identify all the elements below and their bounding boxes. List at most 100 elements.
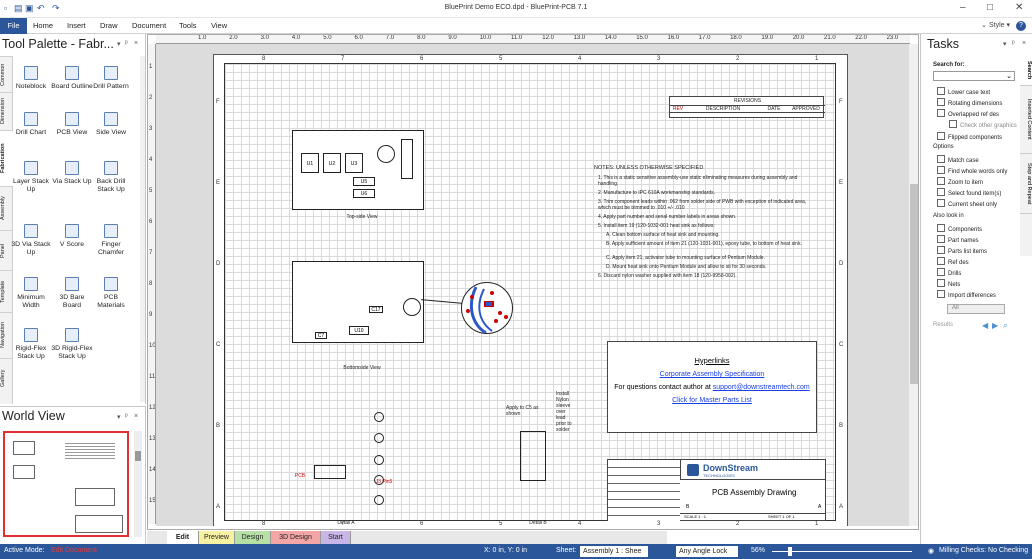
tool-finger-chamfer[interactable]: Finger Chamfer <box>90 224 132 257</box>
palette-scrollbar[interactable] <box>140 56 145 402</box>
tasks-menu-icon[interactable]: ▾ <box>1003 40 1007 48</box>
title-block: DownStream TECHNOLOGIES PCB Assembly Dra… <box>607 459 826 522</box>
tab-gallery[interactable]: Gallery <box>0 358 13 398</box>
tool-side-view[interactable]: Side View <box>90 112 132 137</box>
drawing-canvas[interactable]: REVISIONS REV DESCRIPTION DATE APPROVED … <box>156 44 908 526</box>
tool-noteblock[interactable]: Noteblock <box>10 66 52 91</box>
milling-checks[interactable]: Milling Checks: No Checking <box>939 547 1028 554</box>
wv-pin-icon[interactable]: ᵖ <box>125 413 128 420</box>
cb-part-names[interactable]: Part names <box>937 235 979 244</box>
menu-document[interactable]: Document <box>132 18 166 34</box>
zoom-slider[interactable] <box>134 431 142 537</box>
tool-3d-rigid-flex[interactable]: 3D Rigid-Flex Stack Up <box>51 328 93 361</box>
tool-drill-pattern[interactable]: Drill Pattern <box>90 66 132 91</box>
drawing-sheet[interactable]: REVISIONS REV DESCRIPTION DATE APPROVED … <box>213 54 848 526</box>
cb-select-found[interactable]: Select found item(s) <box>937 188 1001 197</box>
panel-menu-icon[interactable]: ▾ <box>117 40 121 48</box>
minimize-icon[interactable]: – <box>960 2 966 13</box>
tab-design[interactable]: Design <box>235 531 271 544</box>
menu-view[interactable]: View <box>211 18 227 34</box>
top-side-pcb[interactable]: U1 U2 U3 U5 U6 <box>292 130 424 210</box>
cb-components[interactable]: Components <box>937 224 982 233</box>
detail-b-drawing[interactable] <box>520 431 546 481</box>
tab-start[interactable]: Start <box>321 531 351 544</box>
zoom-thumb[interactable] <box>788 547 792 556</box>
menu-draw[interactable]: Draw <box>100 18 118 34</box>
tool-back-drill[interactable]: Back Drill Stack Up <box>90 161 132 194</box>
style-menu[interactable]: ⌄ Style ▾ <box>981 18 1010 34</box>
zoom-track[interactable] <box>772 551 912 552</box>
ruler-top-label: 16.0 <box>667 35 680 41</box>
menu-file[interactable]: File <box>0 18 27 34</box>
close-icon[interactable]: ✕ <box>1015 2 1023 13</box>
component-c7[interactable]: C7 <box>315 332 327 339</box>
tool-layer-stackup[interactable]: Layer Stack Up <box>10 161 52 194</box>
world-view-thumbnail[interactable] <box>3 431 129 537</box>
tool-pcb-view[interactable]: PCB View <box>51 112 93 137</box>
component-u10[interactable]: U10 <box>349 326 369 335</box>
prev-result-icon[interactable]: ◀ <box>982 321 988 330</box>
help-icon[interactable]: ? <box>1016 21 1026 31</box>
tab-3d-design[interactable]: 3D Design <box>271 531 321 544</box>
tool-board-outline[interactable]: Board Outline <box>51 66 93 91</box>
tasks-close-icon[interactable]: × <box>1022 40 1026 47</box>
tool-3d-via[interactable]: 3D Via Stack Up <box>10 224 52 257</box>
component-c17[interactable]: C17 <box>369 306 383 313</box>
component-u6[interactable]: U6 <box>353 189 375 198</box>
email-link[interactable]: support@downstreamtech.com <box>713 384 810 391</box>
panel-close-icon[interactable]: × <box>134 40 138 47</box>
angle-lock-select[interactable]: Any Angle Lock <box>676 546 738 557</box>
tasks-pin-icon[interactable]: ᵖ <box>1012 40 1015 47</box>
wv-close-icon[interactable]: × <box>134 413 138 420</box>
component-u5[interactable]: U5 <box>353 177 375 186</box>
menu-tools[interactable]: Tools <box>179 18 197 34</box>
wv-menu-icon[interactable]: ▾ <box>117 413 121 421</box>
tool-minimum-width[interactable]: Minimum Width <box>10 277 52 310</box>
tool-via-stackup[interactable]: Via Stack Up <box>51 161 93 186</box>
cb-parts-list[interactable]: Parts list items <box>937 246 987 255</box>
cb-match-case[interactable]: Match case <box>937 155 979 164</box>
menu-home[interactable]: Home <box>33 18 53 34</box>
component-u2[interactable]: U2 <box>323 153 341 173</box>
bottom-view-caption: Bottomside View <box>343 365 381 371</box>
cb-lower-case[interactable]: Lower case text <box>937 87 990 96</box>
bottom-side-pcb[interactable]: U10 C7 C17 <box>292 261 424 343</box>
tool-pcb-materials[interactable]: PCB Materials <box>90 277 132 310</box>
tab-search[interactable]: Search <box>1020 56 1032 86</box>
cb-current-sheet[interactable]: Current sheet only <box>937 199 997 208</box>
parts-list-link[interactable]: Click for Master Parts List <box>608 397 816 404</box>
detail-zoom-circle[interactable] <box>461 282 513 334</box>
scope-select[interactable]: All <box>947 304 1005 314</box>
cb-drills[interactable]: Drills <box>937 268 961 277</box>
next-result-icon[interactable]: ▶ <box>992 321 998 330</box>
component-u3[interactable]: U3 <box>345 153 363 173</box>
tab-inserted-content[interactable]: Inserted Content <box>1020 86 1032 154</box>
tool-rigid-flex[interactable]: Rigid-Flex Stack Up <box>10 328 52 361</box>
tab-step-repeat[interactable]: Step and Repeat <box>1020 154 1032 214</box>
tool-v-score[interactable]: V Score <box>51 224 93 249</box>
cb-check-other[interactable]: Check other graphics <box>949 120 1017 129</box>
pin-icon[interactable]: ᵖ <box>125 40 128 47</box>
ruler-left-label: 9 <box>149 312 153 318</box>
cb-zoom[interactable]: Zoom to item <box>937 177 983 186</box>
cb-ref-des[interactable]: Ref des <box>937 257 969 266</box>
sheet-select[interactable]: Assembly 1 : Shee <box>580 546 648 557</box>
maximize-icon[interactable]: □ <box>987 2 993 13</box>
tab-preview[interactable]: Preview <box>199 531 235 544</box>
scroll-thumb[interactable] <box>910 184 918 384</box>
spec-link[interactable]: Corporate Assembly Specification <box>608 371 816 378</box>
tab-edit[interactable]: Edit <box>167 531 199 544</box>
cb-whole-words[interactable]: Find whole words only <box>937 166 1007 175</box>
cb-overlapped[interactable]: Overlapped ref des <box>937 109 999 118</box>
menu-insert[interactable]: Insert <box>67 18 86 34</box>
cb-flipped[interactable]: Flipped components <box>937 132 1002 141</box>
tool-3d-bare-board[interactable]: 3D Bare Board <box>51 277 93 310</box>
cb-rotating-dims[interactable]: Rotating dimensions <box>937 98 1002 107</box>
component-u1[interactable]: U1 <box>301 153 319 173</box>
cb-import-diff[interactable]: Import differences <box>937 290 996 299</box>
vertical-scrollbar[interactable] <box>908 44 918 526</box>
search-input[interactable]: ⌄ <box>933 71 1015 81</box>
cb-nets[interactable]: Nets <box>937 279 960 288</box>
search-icon[interactable]: ⌕ <box>1003 321 1007 331</box>
tool-drill-chart[interactable]: Drill Chart <box>10 112 52 137</box>
